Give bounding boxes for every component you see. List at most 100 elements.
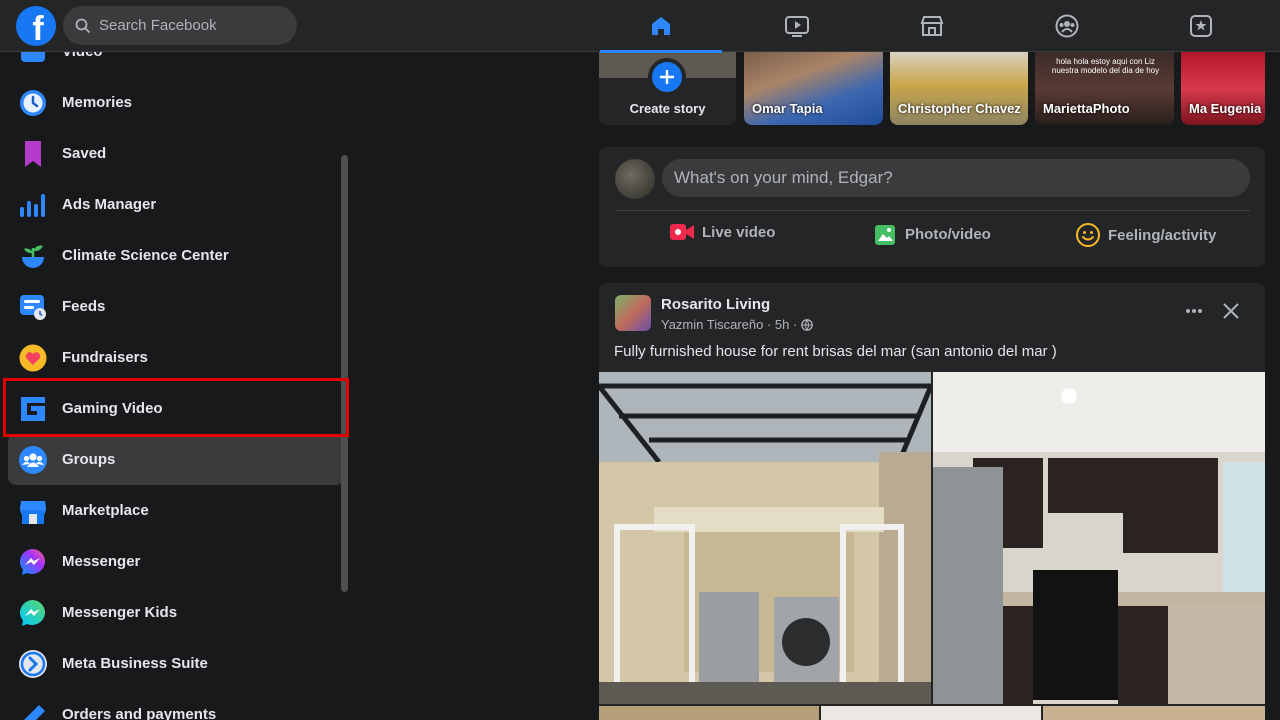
tab-home[interactable] (600, 0, 722, 53)
search-input[interactable] (99, 17, 279, 34)
create-story-card[interactable]: Create story (599, 52, 736, 125)
post-author[interactable]: Yazmin Tiscareño (661, 317, 763, 332)
sidebar-item-label: Orders and payments (62, 706, 217, 720)
messenger-icon (19, 548, 46, 575)
gaming-video-icon (21, 396, 45, 421)
post-photo[interactable] (933, 372, 1265, 704)
sidebar-item-fundraisers[interactable]: Fundraisers (8, 332, 344, 383)
photo-video-button[interactable]: Photo/video (875, 223, 991, 245)
sidebar-scrollbar[interactable] (341, 155, 348, 592)
plus-icon (660, 70, 674, 84)
gaming-icon (1190, 15, 1212, 37)
sidebar-item-feeds[interactable]: Feeds (8, 281, 344, 332)
separator-dot: · (789, 317, 801, 332)
post-photo-thumbnail[interactable] (1043, 706, 1265, 720)
groups-icon (19, 445, 47, 474)
marketplace-icon (920, 16, 944, 36)
sidebar-item-messenger[interactable]: Messenger (8, 536, 344, 587)
add-story-button[interactable] (648, 58, 686, 96)
clock-icon (20, 89, 46, 116)
sidebar-item-label: Video (62, 52, 103, 60)
story-card[interactable]: Ma Eugenia (1181, 52, 1265, 125)
globe-icon (801, 318, 813, 331)
top-navigation-bar: f (0, 0, 1280, 53)
hide-post-button[interactable] (1222, 302, 1240, 325)
sidebar-item-marketplace[interactable]: Marketplace (8, 485, 344, 536)
sidebar-item-memories[interactable]: Memories (8, 77, 344, 128)
sprout-icon (22, 245, 44, 268)
sidebar-item-messenger-kids[interactable]: Messenger Kids (8, 587, 344, 638)
create-story-label: Create story (629, 101, 706, 116)
story-card[interactable]: Omar Tapia (744, 52, 883, 125)
watch-icon (785, 16, 809, 37)
sidebar-item-orders-and-payments[interactable]: Orders and payments (8, 689, 344, 720)
post-photo-thumbnail[interactable] (599, 706, 819, 720)
tab-watch[interactable] (736, 0, 858, 52)
tab-gaming[interactable] (1140, 0, 1262, 52)
story-name: Ma Eugenia (1189, 101, 1262, 116)
sidebar-item-label: Saved (62, 145, 107, 162)
sidebar-item-groups[interactable]: Groups (8, 434, 344, 485)
avatar[interactable] (615, 159, 655, 199)
sidebar-item-label: Gaming Video (62, 400, 163, 417)
sidebar-item-label: Fundraisers (62, 349, 148, 366)
sidebar-item-ads-manager[interactable]: Ads Manager (8, 179, 344, 230)
photo-icon (875, 225, 895, 245)
separator-dot: · (763, 317, 775, 332)
group-avatar[interactable] (615, 295, 651, 331)
home-icon (652, 17, 670, 35)
post-group-name[interactable]: Rosarito Living (661, 296, 770, 313)
close-icon (1223, 303, 1239, 319)
more-horizontal-icon (1186, 309, 1202, 313)
post-time[interactable]: 5h (775, 317, 789, 332)
bookmark-icon (25, 140, 41, 167)
left-sidebar: Video Memories Saved Ads Manager Climate… (0, 52, 352, 720)
divider (615, 210, 1250, 211)
more-options-button[interactable] (1184, 301, 1204, 326)
sidebar-item-label: Ads Manager (62, 196, 157, 213)
search-box[interactable] (63, 6, 297, 45)
sidebar-item-meta-business-suite[interactable]: Meta Business Suite (8, 638, 344, 689)
payment-icon (23, 704, 45, 720)
story-card[interactable]: hola hola estoy aqui con Liz nuestra mod… (1035, 52, 1174, 125)
sidebar-item-climate-science-center[interactable]: Climate Science Center (8, 230, 344, 281)
post-photo[interactable] (599, 372, 931, 704)
groups-icon (1055, 14, 1079, 38)
sidebar-item-label: Meta Business Suite (62, 655, 208, 672)
sidebar-item-label: Memories (62, 94, 133, 111)
shop-icon (20, 500, 46, 524)
feed-post: Rosarito Living Yazmin Tiscareño · 5h · … (599, 283, 1265, 720)
post-composer: What's on your mind, Edgar? Live video P… (599, 147, 1265, 267)
sidebar-item-saved[interactable]: Saved (8, 128, 344, 179)
feeds-icon (20, 294, 46, 320)
whats-on-your-mind-input[interactable]: What's on your mind, Edgar? (662, 159, 1250, 197)
story-card[interactable]: Christopher Chavez (890, 52, 1028, 125)
sidebar-item-label: Messenger (62, 553, 141, 570)
heart-icon (19, 344, 47, 371)
story-name: MariettaPhoto (1043, 101, 1130, 116)
messenger-kids-icon (19, 599, 46, 626)
tab-marketplace[interactable] (871, 0, 993, 52)
sidebar-item-label: Marketplace (62, 502, 149, 519)
tab-groups[interactable] (1006, 0, 1128, 52)
kitchen-photo (933, 372, 1265, 704)
feeling-activity-button[interactable]: Feeling/activity (1076, 223, 1216, 247)
story-overlay-text: hola hola estoy aqui con Liz nuestra mod… (1051, 57, 1160, 75)
post-photo-thumbnail[interactable] (821, 706, 1041, 720)
live-video-button[interactable]: Live video (670, 223, 775, 241)
video-icon (21, 52, 45, 62)
live-video-icon (670, 224, 694, 240)
business-suite-icon (19, 649, 47, 678)
laundry-room-photo (599, 372, 931, 704)
bar-chart-icon (20, 193, 45, 217)
sidebar-item-label: Feeds (62, 298, 106, 315)
facebook-logo[interactable]: f (16, 6, 56, 48)
story-name: Omar Tapia (752, 101, 823, 116)
sidebar-item-label: Climate Science Center (62, 247, 229, 264)
search-icon (75, 18, 91, 33)
story-name: Christopher Chavez (898, 101, 1021, 116)
sidebar-item-video[interactable]: Video (8, 52, 344, 77)
post-text: Fully furnished house for rent brisas de… (614, 343, 1057, 360)
smiley-icon (1076, 223, 1100, 247)
sidebar-item-gaming-video[interactable]: Gaming Video (8, 383, 344, 434)
